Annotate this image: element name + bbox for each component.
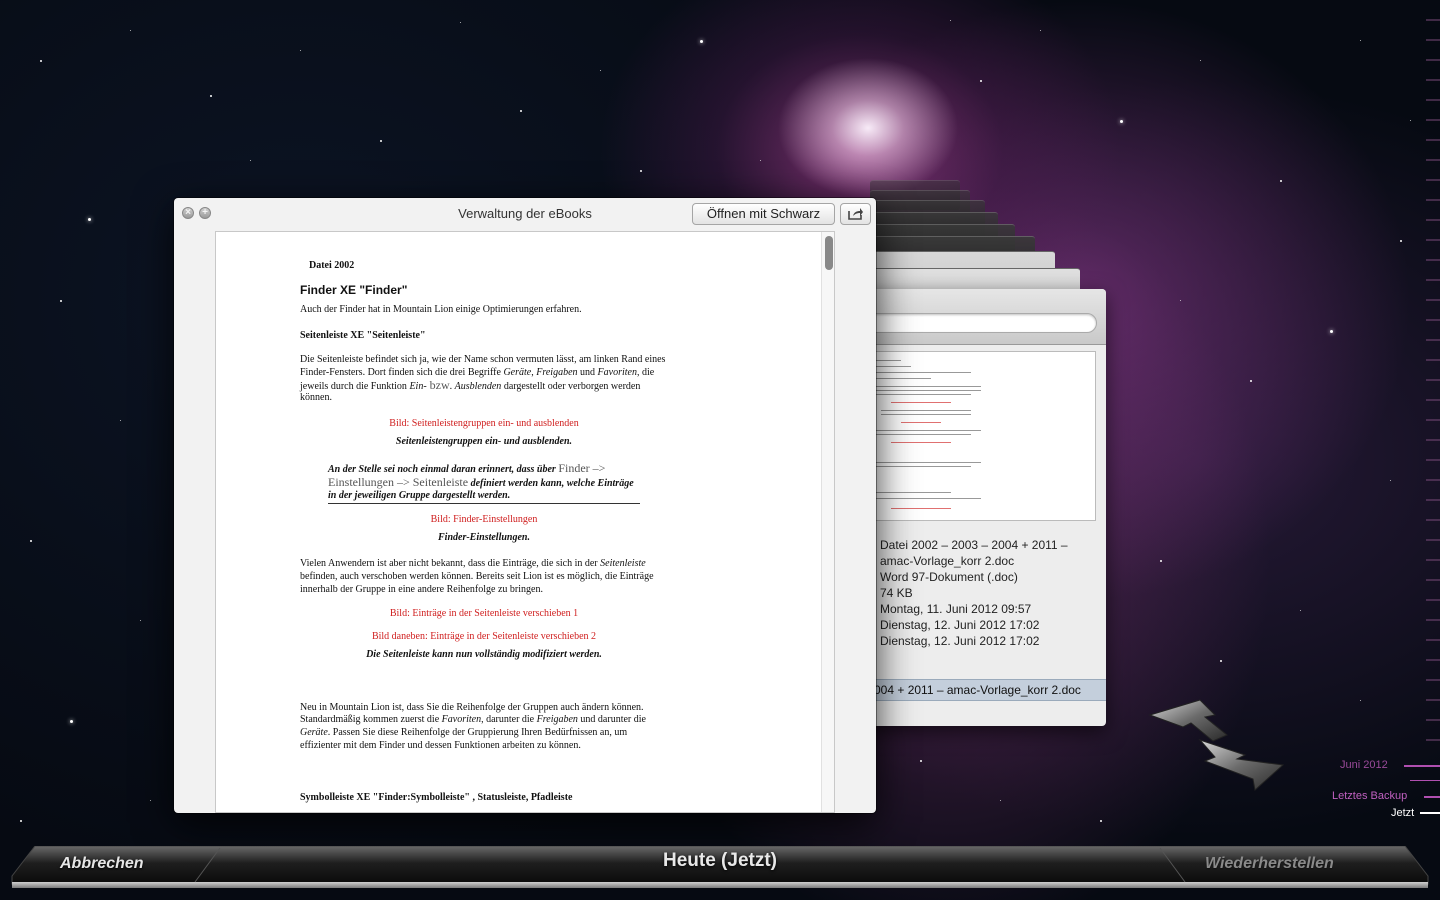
vertical-scrollbar[interactable] (821, 232, 834, 812)
timeline-now-label[interactable]: Jetzt (1391, 807, 1414, 819)
doc-paragraph: Die Seitenleiste befindet sich ja, wie d… (300, 354, 666, 365)
forward-in-time-arrow[interactable] (1198, 738, 1285, 791)
timeline-tick-current (1420, 812, 1440, 814)
timeline-tick (1410, 780, 1440, 781)
image-link[interactable]: Bild: Einträge in der Seitenleiste versc… (216, 608, 752, 621)
doc-subheading: Symbolleiste XE "Finder:Symbolleiste" , … (300, 792, 573, 803)
image-link[interactable]: Bild: Seitenleistengruppen ein- und ausb… (216, 418, 752, 431)
timeline-last-backup-label[interactable]: Letztes Backup (1332, 790, 1407, 802)
doc-paragraph: effizienter mit dem Finder und dessen Fu… (300, 740, 581, 751)
open-with-button[interactable]: Öffnen mit Schwarz (692, 203, 835, 225)
image-caption: Seitenleistengruppen ein- und ausblenden… (395, 436, 573, 447)
doc-line: Datei 2002 (309, 260, 355, 271)
file-preview-thumbnail (850, 351, 1096, 521)
image-link[interactable]: Bild: Finder-Einstellungen (216, 514, 752, 527)
timeline-month-label[interactable]: Juni 2012 (1340, 759, 1388, 771)
doc-paragraph: Geräte. Passen Sie diese Reihenfolge der… (300, 727, 628, 738)
scroll-thumb[interactable] (825, 236, 833, 270)
doc-paragraph: Auch der Finder hat in Mountain Lion ein… (300, 304, 582, 315)
doc-paragraph: befinden, auch verschoben werden können.… (300, 571, 654, 582)
image-caption: Die Seitenleiste kann nun vollständig mo… (366, 649, 602, 660)
search-field[interactable] (842, 313, 1097, 333)
share-icon (847, 208, 863, 220)
divider (328, 503, 640, 504)
doc-paragraph: können. (300, 392, 332, 403)
doc-paragraph: innerhalb der Gruppe in eine andere Reih… (300, 584, 543, 595)
doc-paragraph: jeweils durch die Funktion Ein- bzw. Aus… (300, 378, 641, 392)
share-button[interactable] (840, 203, 871, 225)
doc-paragraph: Neu in Mountain Lion ist, dass Sie die R… (300, 702, 644, 713)
doc-paragraph: Vielen Anwendern ist aber nicht bekannt,… (300, 558, 646, 569)
doc-paragraph: Finder-Fensters. Dort finden sich die dr… (300, 367, 655, 378)
title-bar[interactable]: × + Verwaltung der eBooks Öffnen mit Sch… (174, 198, 876, 230)
timeline-tick (1404, 765, 1440, 767)
doc-paragraph: Standardmäßig kommen zuerst die Favorite… (300, 714, 646, 725)
back-in-time-arrow[interactable] (1148, 699, 1228, 742)
restore-button[interactable]: Wiederherstellen (1205, 851, 1334, 877)
timeline-tick (1424, 796, 1440, 798)
image-link[interactable]: Bild daneben: Einträge in der Seitenleis… (216, 631, 752, 644)
doc-heading: Finder XE "Finder" (300, 283, 408, 297)
doc-note: Einstellungen –> Seitenleiste definiert … (328, 475, 634, 489)
document-preview[interactable]: Datei 2002 Finder XE "Finder" Auch der F… (215, 231, 835, 813)
doc-subheading: Seitenleiste XE "Seitenleiste" (300, 330, 426, 341)
image-caption: Finder-Einstellungen. (438, 532, 530, 543)
time-machine-bottom-bar: Abbrechen Heute (Jetzt) Wiederherstellen (10, 846, 1430, 890)
timeline-ticks (1426, 19, 1440, 741)
time-navigation-arrows (1145, 695, 1290, 795)
doc-note: in der jeweiligen Gruppe dargestellt wer… (328, 490, 511, 501)
quick-look-window[interactable]: × + Verwaltung der eBooks Öffnen mit Sch… (174, 198, 876, 813)
